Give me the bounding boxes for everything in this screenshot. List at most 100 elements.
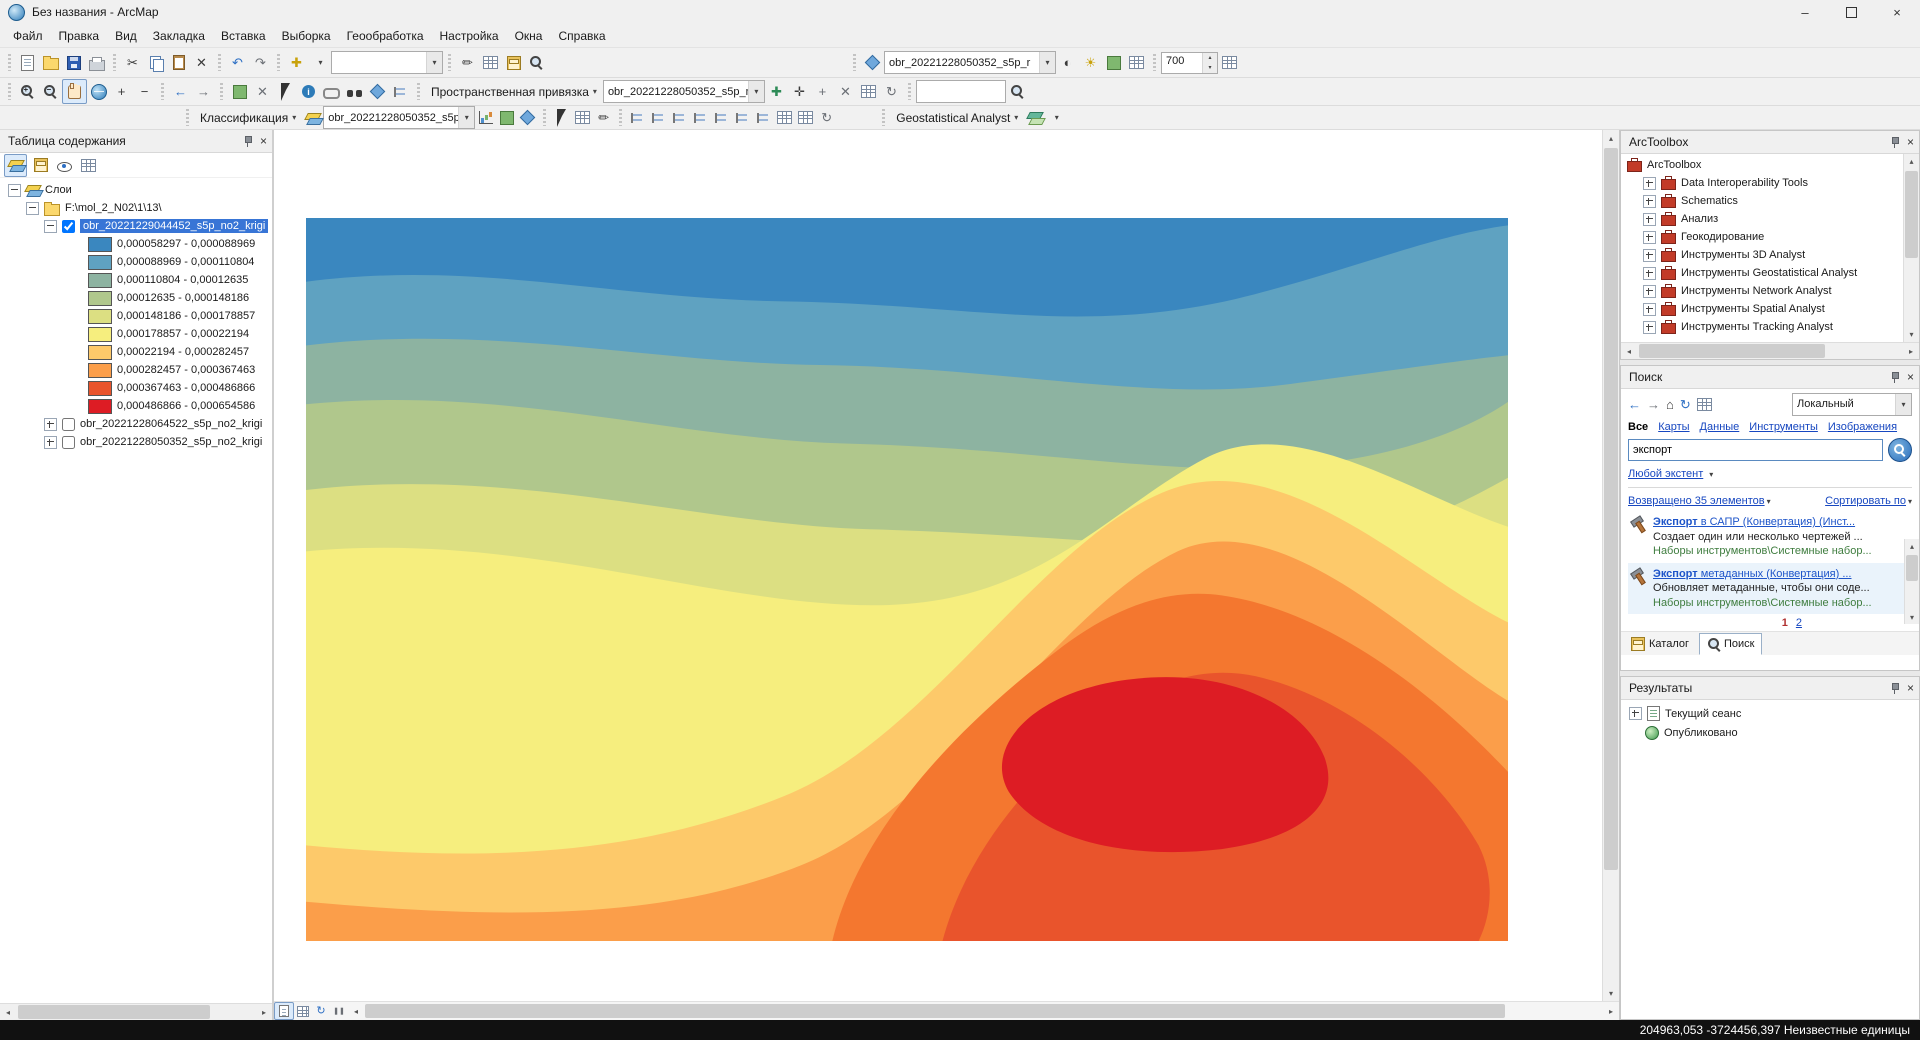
list-by-drawing-order-button[interactable]: [4, 154, 27, 177]
index-options-icon[interactable]: [1697, 398, 1712, 411]
map-canvas[interactable]: ▴ ▾: [274, 130, 1619, 1001]
search-input[interactable]: [1628, 439, 1883, 461]
save-button[interactable]: [62, 51, 85, 74]
pan-button[interactable]: [62, 79, 87, 104]
zoom-out-button[interactable]: −: [39, 80, 62, 103]
cell-size-spinner[interactable]: 700 ▴ ▾: [1161, 52, 1218, 74]
layer-row[interactable]: obr_20221228050352_s5p_no2_krigi: [0, 433, 272, 451]
expand-icon[interactable]: [1643, 321, 1656, 334]
layer-row[interactable]: obr_20221229044452_s5p_no2_krigi: [0, 217, 272, 235]
rotate-element-button[interactable]: ↻: [816, 108, 837, 127]
expand-icon[interactable]: [1643, 231, 1656, 244]
toolbar-grip[interactable]: [853, 54, 856, 71]
close-icon[interactable]: ×: [260, 134, 267, 148]
menu-view[interactable]: Вид: [107, 26, 145, 46]
clear-selection-button[interactable]: ✕: [251, 80, 274, 103]
scroll-down-icon[interactable]: ▾: [1905, 610, 1919, 624]
geostat-explore-dropdown[interactable]: ▾: [1045, 108, 1066, 127]
menu-insert[interactable]: Вставка: [213, 26, 274, 46]
layer-row[interactable]: obr_20221228064522_s5p_no2_krigi: [0, 415, 272, 433]
editor-toolbar-button[interactable]: ✏: [456, 51, 479, 74]
list-by-source-button[interactable]: [30, 155, 51, 176]
distribute-v-button[interactable]: [753, 108, 774, 127]
zoom-to-link-button[interactable]: +: [811, 80, 834, 103]
tab-search[interactable]: Поиск: [1699, 633, 1762, 655]
classification-menu[interactable]: Классификация ▾: [194, 111, 302, 125]
fixed-zoom-in-button[interactable]: +: [110, 80, 133, 103]
scroll-right-icon[interactable]: ▸: [1903, 343, 1919, 359]
scroll-down-icon[interactable]: ▾: [1603, 985, 1619, 1001]
page-2[interactable]: 2: [1796, 617, 1802, 629]
extent-filter-link[interactable]: Любой экстент: [1628, 468, 1703, 480]
spin-down-icon[interactable]: ▾: [1203, 63, 1217, 73]
scroll-left-icon[interactable]: ◂: [348, 1003, 364, 1019]
distribute-h-button[interactable]: [732, 108, 753, 127]
print-button[interactable]: [85, 51, 108, 74]
returned-count-link[interactable]: Возвращено 35 элементов: [1628, 495, 1765, 507]
search-scope-combo[interactable]: Локальный ▾: [1792, 393, 1912, 416]
undo-button[interactable]: ↶: [226, 51, 249, 74]
expand-icon[interactable]: [1643, 267, 1656, 280]
paste-button[interactable]: [167, 51, 190, 74]
align-center-button[interactable]: [648, 108, 669, 127]
layout-view-button[interactable]: [294, 1003, 312, 1019]
toc-horizontal-scrollbar[interactable]: ◂ ▸: [0, 1003, 272, 1020]
toolbox-row[interactable]: Геокодирование: [1621, 228, 1919, 246]
menu-windows[interactable]: Окна: [507, 26, 551, 46]
sort-by-link[interactable]: Сортировать по: [1825, 495, 1906, 507]
layer-checkbox[interactable]: [62, 436, 75, 449]
collapse-icon[interactable]: [44, 220, 57, 233]
scroll-up-icon[interactable]: ▴: [1603, 130, 1619, 146]
tab-maps[interactable]: Карты: [1658, 421, 1689, 433]
toolbar-grip[interactable]: [417, 83, 420, 100]
search-go-button[interactable]: [1888, 438, 1912, 462]
identify-button[interactable]: i: [297, 80, 320, 103]
collapse-icon[interactable]: [8, 184, 21, 197]
minimize-button[interactable]: –: [1782, 0, 1828, 24]
go-to-xy-button[interactable]: [366, 80, 389, 103]
layer-checkbox[interactable]: [62, 220, 75, 233]
toolbar-grip[interactable]: [882, 109, 885, 126]
expand-icon[interactable]: [1643, 177, 1656, 190]
measure-button[interactable]: [389, 80, 412, 103]
layer-checkbox[interactable]: [62, 418, 75, 431]
transparency-button[interactable]: [1102, 51, 1125, 74]
menu-bookmarks[interactable]: Закладка: [145, 26, 213, 46]
tab-catalog[interactable]: Каталог: [1623, 633, 1697, 655]
spinner-arrows[interactable]: ▴ ▾: [1202, 53, 1217, 73]
fixed-zoom-out-button[interactable]: −: [133, 80, 156, 103]
normal-qq-button[interactable]: [496, 108, 517, 127]
forward-arrow-icon[interactable]: →: [1647, 398, 1660, 411]
toc-folder-row[interactable]: F:\mol_2_N02\1\13\: [0, 199, 272, 217]
refresh-icon[interactable]: ↻: [1680, 398, 1691, 411]
copy-button[interactable]: [144, 51, 167, 74]
search-window-button[interactable]: [525, 51, 548, 74]
rotation-value-combo[interactable]: [916, 80, 1006, 103]
add-control-points-button[interactable]: ✚: [765, 80, 788, 103]
delete-button[interactable]: ✕: [190, 51, 213, 74]
expand-icon[interactable]: [1643, 195, 1656, 208]
tab-all[interactable]: Все: [1628, 421, 1648, 433]
draw-rectangle-button[interactable]: [572, 108, 593, 127]
menu-help[interactable]: Справка: [550, 26, 613, 46]
toolbox-row[interactable]: Инструменты Geostatistical Analyst: [1621, 264, 1919, 282]
brightness-button[interactable]: ☀: [1079, 51, 1102, 74]
toolbox-row[interactable]: Инструменты Tracking Analyst: [1621, 318, 1919, 336]
add-data-dropdown[interactable]: ▾: [308, 51, 331, 74]
scroll-down-icon[interactable]: ▾: [1904, 327, 1919, 342]
toc-root-row[interactable]: Слои: [0, 181, 272, 199]
collapse-icon[interactable]: [26, 202, 39, 215]
contrast-button[interactable]: ◐: [1056, 51, 1079, 74]
toolbar-grip[interactable]: [8, 54, 11, 71]
layer-name[interactable]: obr_20221228050352_s5p_no2_krigi: [80, 436, 262, 448]
result-title[interactable]: Экспорт метаданных (Конвертация) ...: [1653, 567, 1872, 582]
add-data-button[interactable]: ✚: [285, 51, 308, 74]
new-map-button[interactable]: [16, 51, 39, 74]
menu-customize[interactable]: Настройка: [432, 26, 507, 46]
table-of-contents-button[interactable]: [479, 51, 502, 74]
pause-drawing-button[interactable]: ❚❚: [330, 1003, 348, 1019]
menu-geoprocessing[interactable]: Геообработка: [339, 26, 432, 46]
classification-layer-combo[interactable]: obr_20221228050352_s5p_r ▾: [323, 106, 475, 129]
align-top-button[interactable]: [690, 108, 711, 127]
back-arrow-icon[interactable]: ←: [1628, 398, 1641, 411]
